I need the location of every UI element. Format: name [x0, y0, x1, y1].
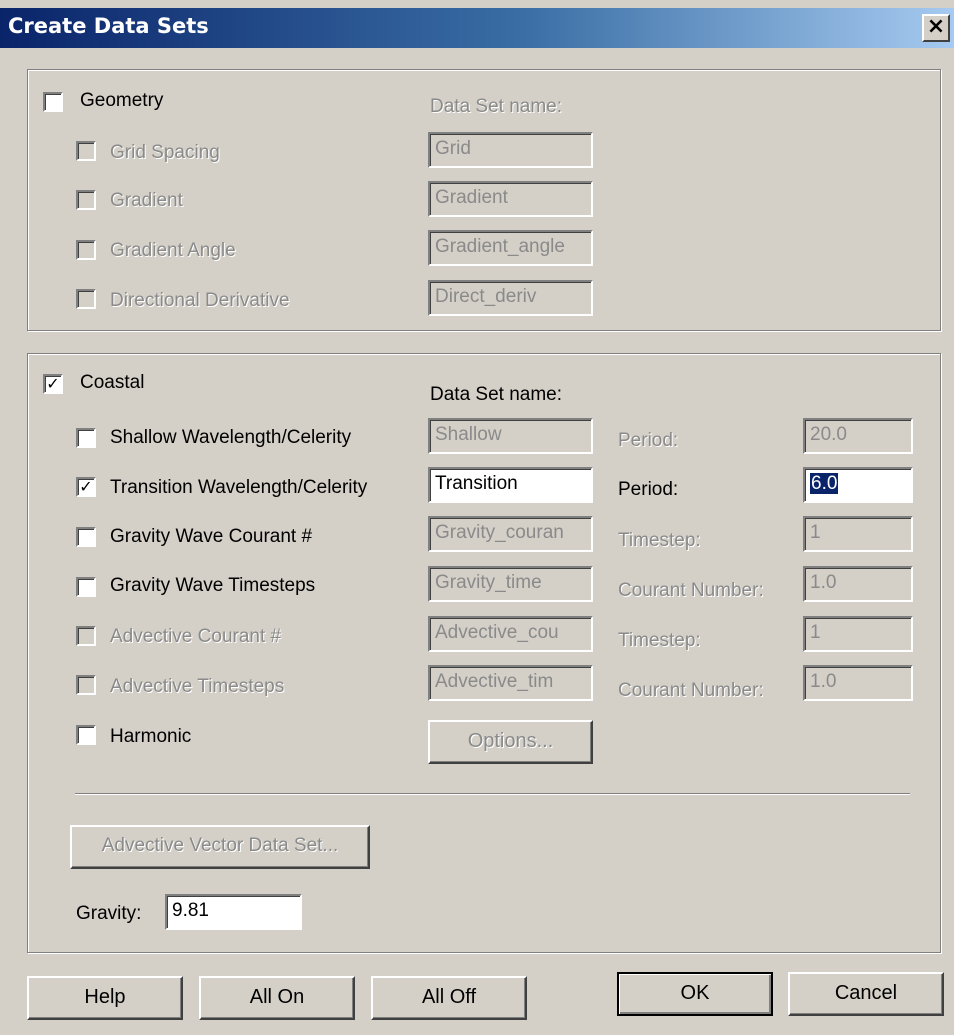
advective-timesteps-courant-field[interactable]: 1.0 [803, 665, 913, 701]
advective-courant-checkbox[interactable] [76, 626, 96, 646]
directional-derivative-checkbox[interactable] [76, 289, 96, 309]
advective-courant-field[interactable]: Advective_cou [428, 616, 593, 652]
coastal-label: Coastal [80, 372, 145, 393]
geometry-checkbox[interactable] [43, 92, 63, 112]
transition-period-label: Period: [618, 479, 679, 500]
gradient-checkbox[interactable] [76, 190, 96, 210]
advective-timesteps-checkbox[interactable] [76, 675, 96, 695]
directional-derivative-label: Directional Derivative [110, 290, 290, 311]
grid-spacing-label: Grid Spacing [110, 142, 220, 163]
gravity-timesteps-courant-label: Courant Number: [618, 580, 764, 601]
advective-timesteps-label: Advective Timesteps [110, 676, 285, 697]
close-button[interactable]: × [922, 14, 950, 42]
advective-vector-button[interactable]: Advective Vector Data Set... [70, 825, 370, 869]
transition-period-value: 6.0 [810, 473, 839, 494]
separator [75, 793, 910, 795]
shallow-period-label: Period: [618, 430, 679, 451]
gradient-label: Gradient [110, 190, 183, 211]
gradient-angle-field[interactable]: Gradient_angle [428, 230, 593, 266]
transition-label: Transition Wavelength/Celerity [110, 477, 368, 498]
coastal-dataset-header: Data Set name: [430, 384, 563, 405]
gravity-courant-field[interactable]: Gravity_couran [428, 516, 593, 552]
harmonic-label: Harmonic [110, 726, 192, 747]
shallow-checkbox[interactable] [76, 428, 96, 448]
gravity-timesteps-label: Gravity Wave Timesteps [110, 575, 316, 596]
harmonic-checkbox[interactable] [76, 725, 96, 745]
gravity-timesteps-field[interactable]: Gravity_time [428, 566, 593, 602]
options-button[interactable]: Options... [428, 720, 593, 764]
shallow-label: Shallow Wavelength/Celerity [110, 427, 352, 448]
gradient-angle-checkbox[interactable] [76, 240, 96, 260]
gravity-timesteps-checkbox[interactable] [76, 577, 96, 597]
coastal-checkbox[interactable]: ✓ [43, 374, 63, 394]
transition-field[interactable]: Transition [428, 467, 593, 503]
shallow-period-field[interactable]: 20.0 [803, 418, 913, 454]
grid-spacing-field[interactable]: Grid [428, 132, 593, 168]
advective-courant-label: Advective Courant # [110, 626, 282, 647]
gravity-courant-checkbox[interactable] [76, 527, 96, 547]
gradient-angle-label: Gradient Angle [110, 240, 236, 261]
gravity-courant-timestep-label: Timestep: [618, 530, 701, 551]
advective-timesteps-field[interactable]: Advective_tim [428, 665, 593, 701]
advective-courant-timestep-field[interactable]: 1 [803, 616, 913, 652]
all-off-button[interactable]: All Off [371, 976, 527, 1020]
help-button[interactable]: Help [27, 976, 183, 1020]
advective-courant-timestep-label: Timestep: [618, 630, 701, 651]
transition-period-field[interactable]: 6.0 [803, 467, 913, 503]
gravity-timesteps-courant-field[interactable]: 1.0 [803, 566, 913, 602]
directional-derivative-field[interactable]: Direct_deriv [428, 280, 593, 316]
advective-timesteps-courant-label: Courant Number: [618, 680, 764, 701]
title-bar[interactable]: Create Data Sets × [0, 8, 954, 48]
shallow-field[interactable]: Shallow [428, 418, 593, 454]
gravity-courant-label: Gravity Wave Courant # [110, 526, 313, 547]
grid-spacing-checkbox[interactable] [76, 141, 96, 161]
ok-button[interactable]: OK [617, 972, 773, 1016]
window-title: Create Data Sets [8, 14, 209, 38]
gradient-field[interactable]: Gradient [428, 181, 593, 217]
gravity-label: Gravity: [76, 903, 142, 924]
transition-checkbox[interactable]: ✓ [76, 477, 96, 497]
geometry-label: Geometry [80, 90, 164, 111]
geometry-dataset-header: Data Set name: [430, 96, 563, 117]
gravity-courant-timestep-field[interactable]: 1 [803, 516, 913, 552]
cancel-button[interactable]: Cancel [788, 972, 944, 1016]
gravity-field[interactable]: 9.81 [165, 894, 302, 930]
all-on-button[interactable]: All On [199, 976, 355, 1020]
